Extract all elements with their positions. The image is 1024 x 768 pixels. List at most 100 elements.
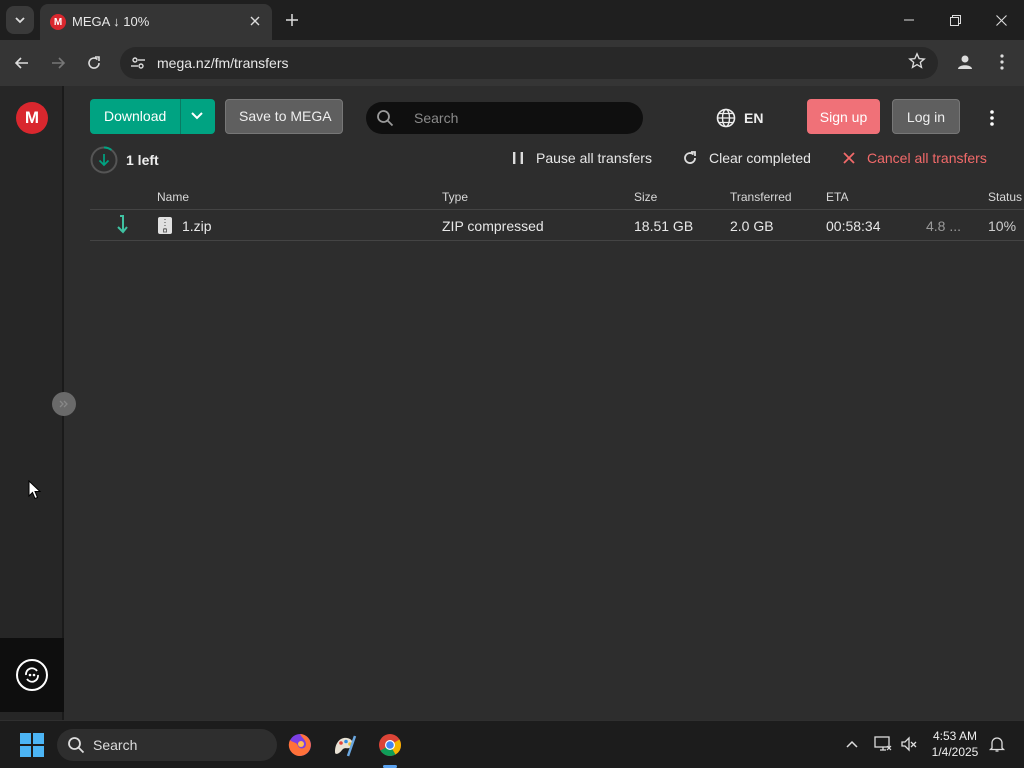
chevron-up-icon: [846, 740, 858, 748]
taskbar-search-label: Search: [93, 737, 138, 753]
plus-icon: [286, 14, 298, 26]
collapse-handle-icon: [59, 400, 68, 408]
close-icon: [250, 16, 260, 26]
file-status: 10%: [988, 218, 1017, 234]
cancel-all-transfers-button[interactable]: Cancel all transfers: [843, 148, 987, 168]
mouse-cursor-icon: [28, 480, 42, 500]
globe-icon: [716, 108, 736, 128]
tab-close-button[interactable]: [246, 12, 264, 30]
chrome-icon[interactable]: [374, 729, 406, 761]
restore-button[interactable]: [940, 8, 970, 32]
close-icon: [995, 14, 1007, 26]
mega-logo-icon[interactable]: M: [16, 102, 48, 134]
transfers-left-count: 1 left: [126, 152, 159, 168]
mega-favicon-icon: M: [50, 14, 66, 30]
kebab-menu-icon: [1000, 54, 1004, 70]
column-header-eta[interactable]: ETA: [826, 190, 848, 204]
chevron-down-icon: [191, 112, 203, 120]
download-button[interactable]: Download: [90, 99, 215, 134]
table-row[interactable]: 1.zip ZIP compressed 18.51 GB 2.0 GB 00:…: [90, 210, 1024, 241]
tab-title: MEGA ↓ 10%: [72, 14, 150, 29]
transfers-table-header: Name Type Size Transferred ETA Status: [90, 184, 1024, 210]
address-bar[interactable]: mega.nz/fm/transfers: [120, 47, 938, 79]
sidebar-collapse-handle[interactable]: [52, 392, 76, 416]
clock-time: 4:53 AM: [932, 729, 978, 743]
url-text: mega.nz/fm/transfers: [157, 55, 289, 71]
profile-icon: [958, 55, 972, 69]
language-selector[interactable]: EN: [716, 106, 763, 130]
file-type: ZIP compressed: [442, 218, 544, 234]
new-tab-button[interactable]: [281, 9, 303, 31]
profile-button[interactable]: [954, 51, 976, 73]
taskbar-clock[interactable]: 4:53 AM 1/4/2025: [920, 728, 990, 760]
star-icon[interactable]: [908, 52, 926, 70]
clock-date: 1/4/2025: [931, 745, 979, 759]
page-menu-button[interactable]: [982, 106, 1002, 130]
download-split-divider: [180, 99, 181, 134]
restore-icon: [949, 14, 961, 26]
search-icon: [68, 737, 85, 754]
file-size: 18.51 GB: [634, 218, 694, 234]
file-speed: 4.8 ...: [926, 218, 962, 234]
cancel-all-label: Cancel all transfers: [867, 150, 987, 166]
clear-completed-label: Clear completed: [709, 150, 811, 166]
refresh-icon: [684, 151, 696, 164]
notification-bell-icon[interactable]: [988, 735, 1006, 753]
browser-menu-button[interactable]: [992, 51, 1012, 73]
download-arrow-icon: [117, 215, 128, 234]
pause-all-label: Pause all transfers: [536, 150, 652, 166]
show-hidden-icons-button[interactable]: [843, 735, 861, 753]
taskbar-search-box[interactable]: Search: [57, 729, 277, 761]
tab-search-button[interactable]: [6, 6, 34, 34]
browser-tab-bar: M MEGA ↓ 10%: [0, 0, 1024, 40]
column-header-type[interactable]: Type: [442, 190, 468, 204]
minimize-icon: [904, 19, 914, 21]
transfer-progress-ring-icon: [90, 146, 118, 174]
sidebar-bottom-panel: [0, 638, 64, 712]
save-to-mega-label: Save to MEGA: [239, 108, 332, 124]
taskbar: Search 4:53 AM 1/4/2025: [0, 720, 1024, 768]
pause-icon: [513, 152, 523, 164]
column-header-transferred[interactable]: Transferred: [730, 190, 792, 204]
save-to-mega-button[interactable]: Save to MEGA: [225, 99, 343, 134]
reload-icon: [88, 56, 100, 69]
column-header-status[interactable]: Status: [988, 190, 1022, 204]
chevron-down-icon: [15, 17, 25, 24]
firefox-icon[interactable]: [284, 729, 316, 761]
window-close-button[interactable]: [986, 8, 1016, 32]
volume-muted-icon[interactable]: [900, 735, 918, 753]
browser-tab[interactable]: M MEGA ↓ 10%: [40, 4, 272, 40]
back-icon: [14, 57, 28, 69]
site-settings-icon: [131, 57, 145, 69]
search-box[interactable]: [366, 102, 643, 134]
search-input[interactable]: [414, 109, 624, 127]
pause-all-transfers-button[interactable]: Pause all transfers: [512, 148, 652, 168]
file-eta: 00:58:34: [826, 218, 881, 234]
browser-toolbar: mega.nz/fm/transfers: [0, 40, 1024, 86]
sync-icon[interactable]: [16, 659, 48, 691]
log-in-button[interactable]: Log in: [892, 99, 960, 134]
download-options-button[interactable]: [187, 106, 207, 126]
close-icon: [843, 152, 855, 164]
reload-button[interactable]: [82, 51, 106, 75]
site-settings-button[interactable]: [128, 53, 148, 73]
minimize-button[interactable]: [894, 8, 924, 32]
windows-start-icon[interactable]: [20, 733, 44, 757]
forward-icon: [52, 57, 66, 69]
sign-up-button[interactable]: Sign up: [807, 99, 880, 134]
forward-button[interactable]: [46, 51, 70, 75]
language-label: EN: [744, 110, 764, 126]
mega-transfers-page: M Download Save to MEGA EN Sign up Log i…: [0, 86, 1024, 720]
kebab-menu-icon: [990, 110, 994, 126]
paint-icon[interactable]: [328, 729, 360, 761]
file-name: 1.zip: [182, 218, 212, 234]
file-transferred: 2.0 GB: [730, 218, 774, 234]
clear-completed-button[interactable]: Clear completed: [683, 148, 811, 168]
column-header-name[interactable]: Name: [157, 190, 189, 204]
search-icon: [377, 110, 394, 127]
back-button[interactable]: [10, 51, 34, 75]
column-header-size[interactable]: Size: [634, 190, 657, 204]
zip-file-icon: [158, 217, 172, 234]
download-label: Download: [104, 108, 167, 124]
network-icon[interactable]: [874, 735, 892, 753]
